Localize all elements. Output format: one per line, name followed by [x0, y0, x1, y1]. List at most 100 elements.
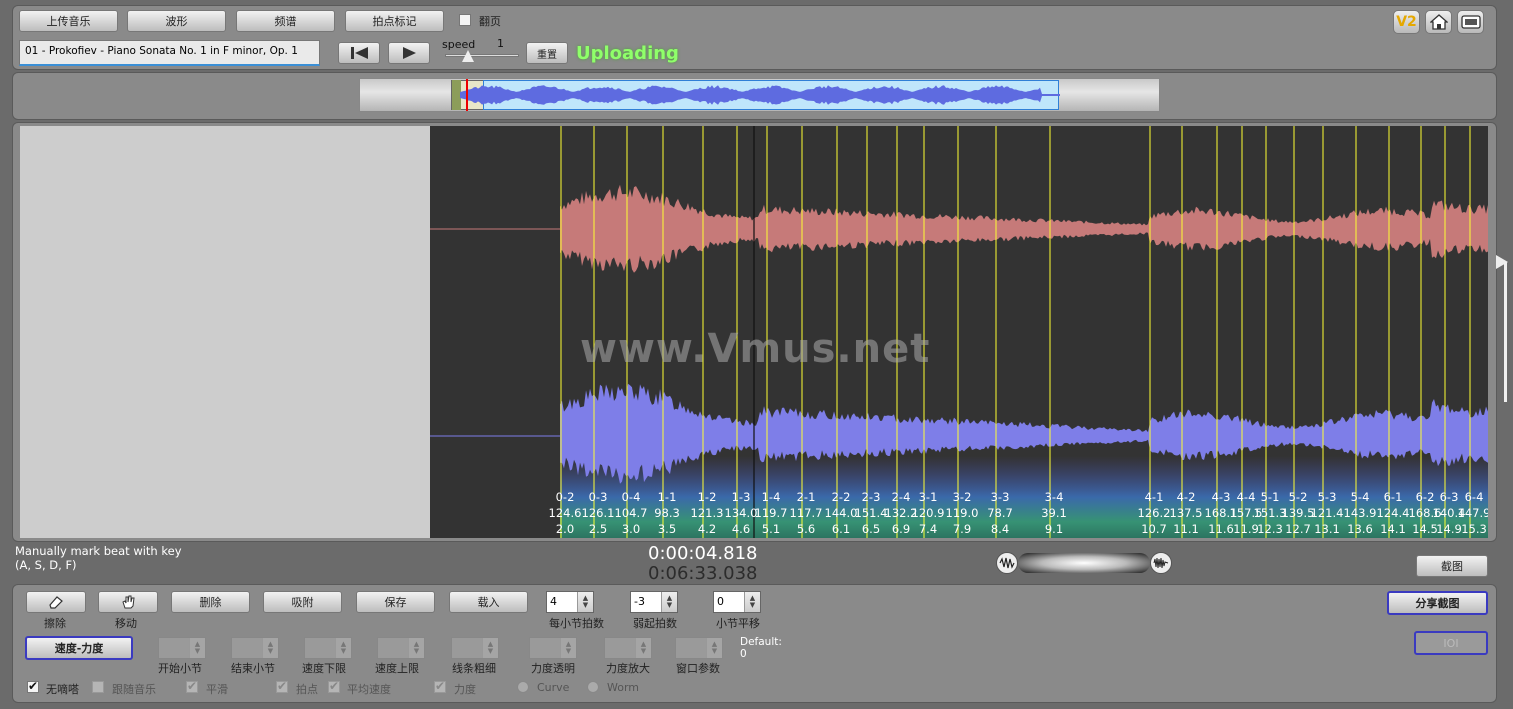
waveform-button[interactable]: 波形: [127, 10, 226, 32]
beat-tempo-label: 119.7: [754, 506, 788, 520]
eraser-icon: [49, 596, 63, 609]
rewind-button[interactable]: [338, 42, 380, 64]
avg-tempo-checkbox[interactable]: [328, 679, 340, 693]
beat-tempo-label: 124.6: [548, 506, 582, 520]
upload-music-button[interactable]: 上传音乐: [19, 10, 118, 32]
beat-label-label: 0-4: [621, 490, 641, 504]
tempo-dynamics-button[interactable]: 速度-力度: [25, 636, 133, 660]
beat-time-label: 11.1: [1173, 522, 1199, 536]
end-bar-stepper[interactable]: ▲ ▼: [231, 637, 279, 659]
beat-label-label: 5-4: [1350, 490, 1370, 504]
zoom-in-button[interactable]: [1150, 552, 1172, 574]
tempo-min-stepper[interactable]: ▲ ▼: [304, 637, 352, 659]
manual-mark-line2: (A, S, D, F): [15, 558, 77, 572]
smooth-checkbox[interactable]: [186, 679, 198, 693]
dyn-transparency-label: 力度透明: [531, 662, 575, 675]
beat-tempo-label: 143.9: [1343, 506, 1377, 520]
zoom-slider[interactable]: [1018, 553, 1150, 573]
home-button[interactable]: [1425, 10, 1452, 34]
vertical-scrollbar[interactable]: [1504, 262, 1507, 402]
fullscreen-icon: [1460, 15, 1481, 29]
stepper-arrows-icon[interactable]: ▲ ▼: [744, 592, 760, 612]
dyn-transparency-stepper[interactable]: ▲ ▼: [529, 637, 577, 659]
screenshot-button[interactable]: 截图: [1416, 555, 1488, 577]
beat-time-label: 6.1: [831, 522, 851, 536]
beat-tempo-label: 126.1: [581, 506, 615, 520]
beat-label-label: 3-4: [1044, 490, 1064, 504]
reset-button[interactable]: 重置: [526, 42, 568, 64]
dyn-zoom-label: 力度放大: [606, 662, 650, 675]
beat-tempo-label: 134.0: [724, 506, 758, 520]
beat-tempo-label: 139.5: [1281, 506, 1315, 520]
beat-tempo-label: 78.7: [987, 506, 1013, 520]
load-button[interactable]: 载入: [449, 591, 528, 613]
beat-label-label: 4-2: [1176, 490, 1196, 504]
play-button[interactable]: [388, 42, 430, 64]
stepper-arrows-icon[interactable]: ▲ ▼: [577, 592, 593, 612]
fullscreen-button[interactable]: [1457, 10, 1484, 34]
beat-point-checkbox[interactable]: [276, 679, 288, 693]
bar-offset-stepper[interactable]: 0 ▲ ▼: [713, 591, 761, 613]
page-flip-checkbox[interactable]: [459, 14, 471, 26]
no-click-checkbox[interactable]: [27, 679, 39, 693]
start-bar-stepper[interactable]: ▲ ▼: [158, 637, 206, 659]
beats-per-bar-stepper[interactable]: 4 ▲ ▼: [546, 591, 594, 613]
beat-time-label: 7.9: [952, 522, 972, 536]
pickup-beats-value[interactable]: -3: [631, 592, 661, 612]
speed-slider-thumb[interactable]: [462, 50, 474, 62]
beat-time-label: 13.6: [1347, 522, 1373, 536]
tempo-max-stepper[interactable]: ▲ ▼: [377, 637, 425, 659]
bar-offset-value[interactable]: 0: [714, 592, 744, 612]
wave-icon: [999, 557, 1015, 569]
save-button[interactable]: 保存: [356, 591, 435, 613]
curve-radio[interactable]: [517, 681, 529, 693]
follow-music-checkbox[interactable]: [92, 681, 104, 693]
beat-time-label: 2.0: [555, 522, 575, 536]
song-title-field[interactable]: 01 - Prokofiev - Piano Sonata No. 1 in F…: [19, 40, 320, 66]
spectrum-button[interactable]: 频谱: [236, 10, 335, 32]
window-param-stepper[interactable]: ▲ ▼: [675, 637, 723, 659]
beat-time-label: 2.5: [588, 522, 608, 536]
move-button[interactable]: [98, 591, 158, 613]
stepper-arrows-icon: ▲ ▼: [262, 638, 278, 658]
beat-mark-button[interactable]: 拍点标记: [345, 10, 444, 32]
overview-bar[interactable]: [359, 78, 1160, 112]
beat-time-label: 8.4: [990, 522, 1010, 536]
zoom-out-button[interactable]: [996, 552, 1018, 574]
line-width-stepper[interactable]: ▲ ▼: [451, 637, 499, 659]
stepper-arrows-icon: ▲ ▼: [482, 638, 498, 658]
beat-label-label: 3-1: [918, 490, 938, 504]
dyn-zoom-stepper[interactable]: ▲ ▼: [604, 637, 652, 659]
follow-music-label: 跟随音乐: [112, 683, 156, 696]
beat-time-label: 13.1: [1314, 522, 1340, 536]
stepper-arrows-icon: ▲ ▼: [706, 638, 722, 658]
beats-per-bar-value[interactable]: 4: [547, 592, 577, 612]
pickup-beats-stepper[interactable]: -3 ▲ ▼: [630, 591, 678, 613]
beat-time-label: 14.9: [1436, 522, 1462, 536]
tempo-max-label: 速度上限: [375, 662, 419, 675]
beat-label-label: 6-4: [1464, 490, 1484, 504]
waveform-canvas[interactable]: www.Vmus.net 0-2 124.6 2.0 0-3 126.1 2.5 0-4 10…: [430, 126, 1488, 538]
beat-label-label: 2-4: [891, 490, 911, 504]
worm-radio[interactable]: [587, 681, 599, 693]
manual-mark-line1: Manually mark beat with key: [15, 544, 182, 558]
beat-label-label: 4-4: [1236, 490, 1256, 504]
v2-badge[interactable]: V2: [1393, 10, 1420, 34]
share-screenshot-button[interactable]: 分享截图: [1387, 591, 1488, 615]
ioi-button[interactable]: IOI: [1414, 631, 1488, 655]
smooth-label: 平滑: [206, 683, 228, 696]
erase-button[interactable]: [26, 591, 86, 613]
delete-button[interactable]: 删除: [171, 591, 250, 613]
overview-playhead[interactable]: [466, 79, 468, 111]
speed-slider-track[interactable]: [445, 54, 519, 57]
dynamics-checkbox[interactable]: [434, 679, 446, 693]
stepper-arrows-icon[interactable]: ▲ ▼: [661, 592, 677, 612]
stepper-arrows-icon: ▲ ▼: [635, 638, 651, 658]
beat-time-label: 12.3: [1257, 522, 1283, 536]
upload-status: Uploading: [576, 43, 679, 64]
beat-label-label: 2-1: [796, 490, 816, 504]
beat-time-label: 5.6: [796, 522, 816, 536]
snap-button[interactable]: 吸附: [263, 591, 342, 613]
beat-tempo-label: 39.1: [1041, 506, 1067, 520]
beat-time-label: 14.5: [1412, 522, 1438, 536]
